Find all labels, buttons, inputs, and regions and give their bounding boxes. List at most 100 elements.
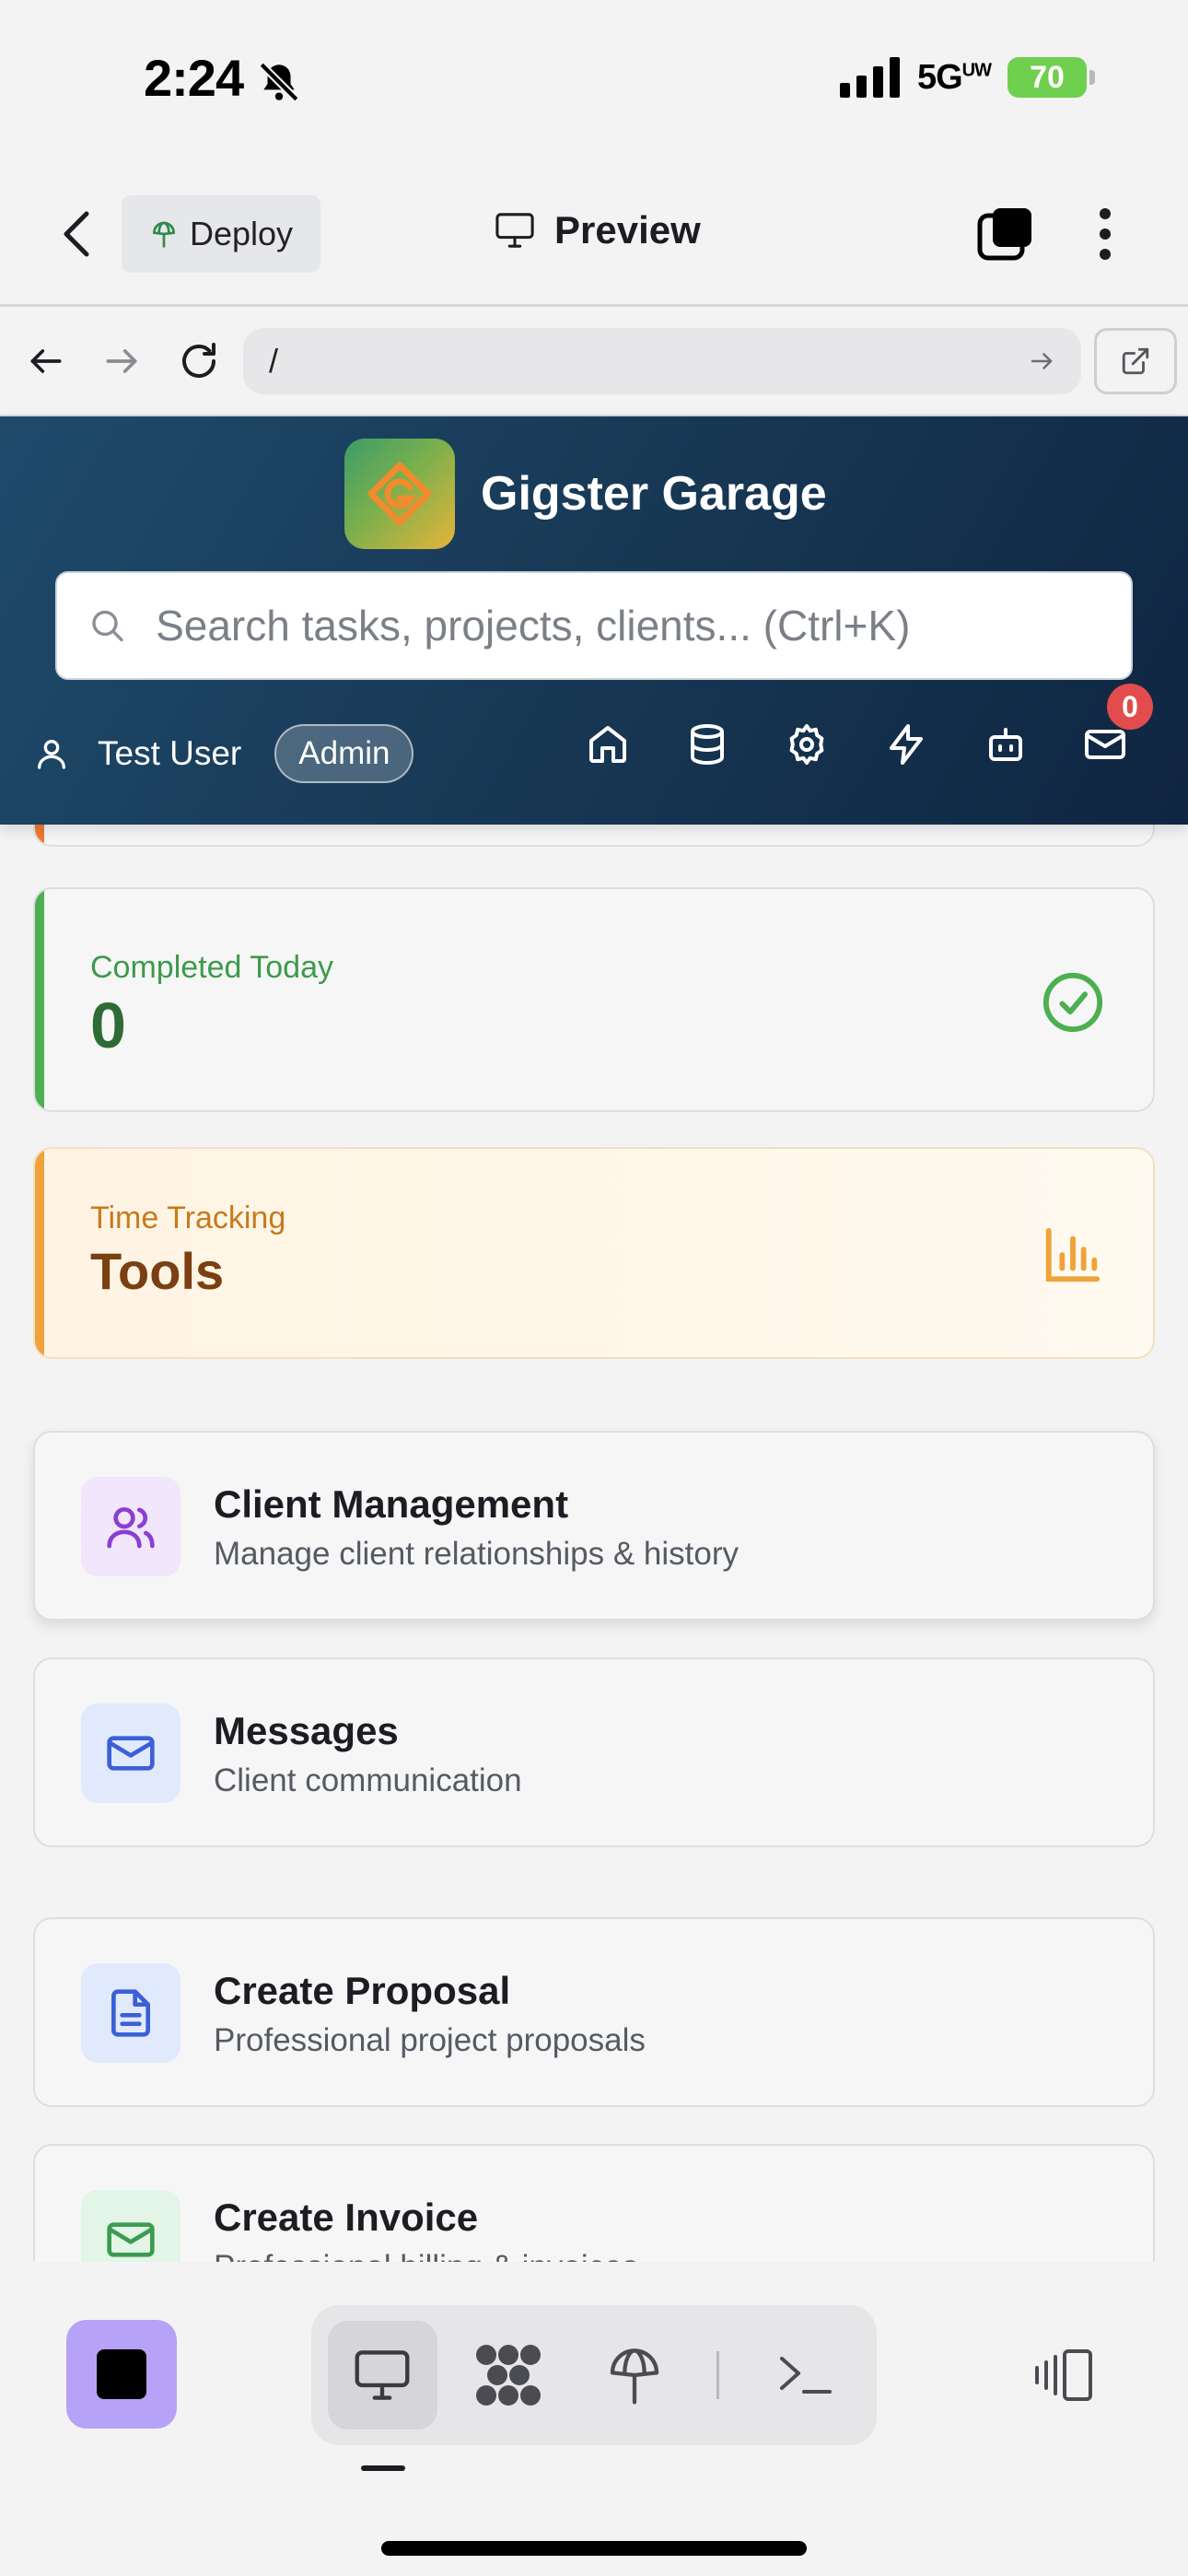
reload-icon[interactable] bbox=[177, 339, 221, 383]
external-link-icon bbox=[1122, 347, 1149, 375]
nav-database[interactable] bbox=[685, 722, 729, 767]
feature-card-create-invoice[interactable]: Create Invoice Professional billing & in… bbox=[33, 2144, 1155, 2262]
divider bbox=[0, 304, 1188, 307]
feature-card-client-management[interactable]: Client Management Manage client relation… bbox=[33, 1431, 1155, 1621]
browser-back-icon[interactable] bbox=[26, 341, 66, 381]
user-info[interactable]: Test User Admin bbox=[33, 724, 414, 783]
network-type: 5GUW bbox=[916, 57, 992, 98]
logo-mark-icon bbox=[367, 462, 432, 526]
search-input[interactable] bbox=[156, 601, 1100, 650]
stop-button[interactable] bbox=[66, 2320, 177, 2429]
feature-description: Manage client relationships & history bbox=[214, 1536, 740, 1572]
signal-icon bbox=[839, 57, 900, 98]
feature-title: Messages bbox=[214, 1709, 399, 1752]
go-arrow-icon[interactable] bbox=[1028, 347, 1055, 375]
battery-indicator: 70 bbox=[1007, 57, 1095, 98]
search-box[interactable] bbox=[55, 571, 1133, 680]
tool-workspace[interactable] bbox=[454, 2321, 564, 2430]
feature-title: Create Proposal bbox=[214, 1969, 511, 2012]
dock-tool-group bbox=[311, 2305, 877, 2445]
dots-grid-icon bbox=[476, 2345, 542, 2406]
stat-value: Tools bbox=[90, 1242, 225, 1300]
stat-card-accent bbox=[35, 889, 44, 1110]
home-indicator[interactable] bbox=[381, 2541, 807, 2556]
feature-title: Client Management bbox=[214, 1482, 569, 1526]
stat-label: Time Tracking bbox=[90, 1200, 286, 1235]
browser-forward-icon[interactable] bbox=[101, 341, 142, 381]
battery-level: 70 bbox=[1030, 59, 1065, 95]
bar-chart-icon bbox=[1045, 1227, 1101, 1282]
nav-automation[interactable] bbox=[884, 722, 928, 767]
brand[interactable]: Gigster Garage bbox=[344, 439, 827, 549]
active-tab-indicator bbox=[361, 2465, 405, 2471]
preview-title: Preview bbox=[494, 208, 701, 252]
preview-label: Preview bbox=[554, 208, 701, 252]
deploy-icon bbox=[152, 221, 175, 248]
nav-ai-assistant[interactable] bbox=[984, 722, 1028, 767]
monitor-icon bbox=[495, 213, 534, 248]
url-bar[interactable]: / bbox=[243, 328, 1081, 394]
mail-count-badge: 0 bbox=[1107, 684, 1153, 730]
status-time-text: 2:24 bbox=[144, 49, 244, 107]
status-time: 2:24 bbox=[144, 48, 244, 108]
open-external-button[interactable] bbox=[1094, 328, 1177, 394]
monitor-icon bbox=[355, 2350, 410, 2400]
feature-icon-box bbox=[81, 1704, 181, 1803]
brand-name: Gigster Garage bbox=[481, 467, 827, 521]
gear-icon bbox=[789, 724, 824, 765]
stat-card-completed[interactable]: Completed Today 0 bbox=[33, 887, 1155, 1112]
feature-description: Professional project proposals bbox=[214, 2022, 646, 2058]
feature-icon-box bbox=[81, 2190, 181, 2262]
feature-icon-box bbox=[81, 1963, 181, 2063]
feature-icon-box bbox=[81, 1477, 181, 1576]
user-icon bbox=[38, 740, 66, 769]
tool-deploy[interactable] bbox=[580, 2321, 690, 2430]
mail-icon bbox=[107, 1736, 155, 1771]
robot-icon bbox=[989, 728, 1022, 761]
feature-card-create-proposal[interactable]: Create Proposal Professional project pro… bbox=[33, 1917, 1155, 2107]
feature-title: Create Invoice bbox=[214, 2195, 479, 2239]
header-nav: 0 bbox=[586, 684, 1153, 767]
nav-messages[interactable]: 0 bbox=[1083, 684, 1153, 767]
stat-card-time-tracking[interactable]: Time Tracking Tools bbox=[33, 1147, 1155, 1359]
brand-logo bbox=[344, 439, 455, 549]
deploy-label: Deploy bbox=[189, 215, 294, 252]
bell-muted-icon bbox=[259, 62, 299, 102]
database-icon bbox=[691, 724, 724, 766]
home-icon bbox=[589, 726, 626, 763]
dashboard-content: Completed Today 0 Time Tracking Tools Cl… bbox=[0, 825, 1188, 2262]
feature-card-messages[interactable]: Messages Client communication bbox=[33, 1657, 1155, 1847]
mail-icon bbox=[107, 2222, 155, 2257]
layout-toggle-icon[interactable] bbox=[1031, 2348, 1098, 2403]
stat-value: 0 bbox=[90, 989, 126, 1061]
user-name: Test User bbox=[98, 734, 242, 772]
mail-icon bbox=[1085, 730, 1125, 759]
lightning-icon bbox=[890, 724, 923, 765]
stat-card-hidden bbox=[33, 825, 1155, 847]
network-sup: UW bbox=[961, 59, 992, 80]
dock-separator bbox=[716, 2351, 720, 2399]
more-vertical-icon[interactable] bbox=[1092, 206, 1118, 262]
terminal-icon bbox=[779, 2357, 832, 2394]
status-indicators: 5GUW 70 bbox=[839, 57, 1095, 98]
deploy-icon bbox=[610, 2348, 659, 2405]
deploy-button[interactable]: Deploy bbox=[122, 195, 320, 273]
nav-home[interactable] bbox=[586, 722, 630, 767]
tabs-icon[interactable] bbox=[976, 205, 1035, 263]
stat-label: Completed Today bbox=[90, 950, 333, 985]
url-text: / bbox=[269, 342, 279, 380]
tool-preview[interactable] bbox=[328, 2321, 437, 2430]
stat-card-accent bbox=[35, 1149, 44, 1357]
users-icon bbox=[107, 1507, 155, 1549]
feature-description: Client communication bbox=[214, 1762, 522, 1798]
network-label: 5G bbox=[916, 57, 963, 97]
back-chevron-icon[interactable] bbox=[57, 208, 98, 260]
tool-shell[interactable] bbox=[751, 2321, 860, 2430]
role-badge: Admin bbox=[274, 724, 414, 783]
search-icon bbox=[92, 610, 123, 642]
nav-settings[interactable] bbox=[785, 722, 829, 767]
document-icon bbox=[111, 1989, 151, 2037]
check-circle-icon bbox=[1042, 972, 1103, 1033]
stop-icon bbox=[97, 2349, 146, 2399]
stat-card-accent bbox=[35, 825, 44, 845]
